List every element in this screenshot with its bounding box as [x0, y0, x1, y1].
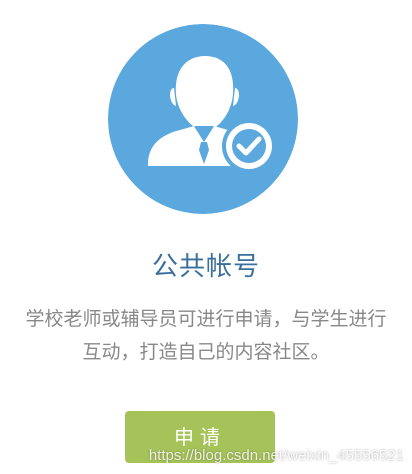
card-description: 学校老师或辅导员可进行申请，与学生进行 互动，打造自己的内容社区。 — [0, 303, 412, 369]
card-title: 公共帐号 — [151, 252, 260, 282]
description-line: 互动，打造自己的内容社区。 — [82, 341, 330, 363]
description-line: 学校老师或辅导员可进行申请，与学生进行 — [25, 308, 387, 330]
watermark-text: https://blog.csdn.net/weixin_45556521 — [148, 447, 404, 464]
user-verified-icon — [108, 24, 298, 214]
